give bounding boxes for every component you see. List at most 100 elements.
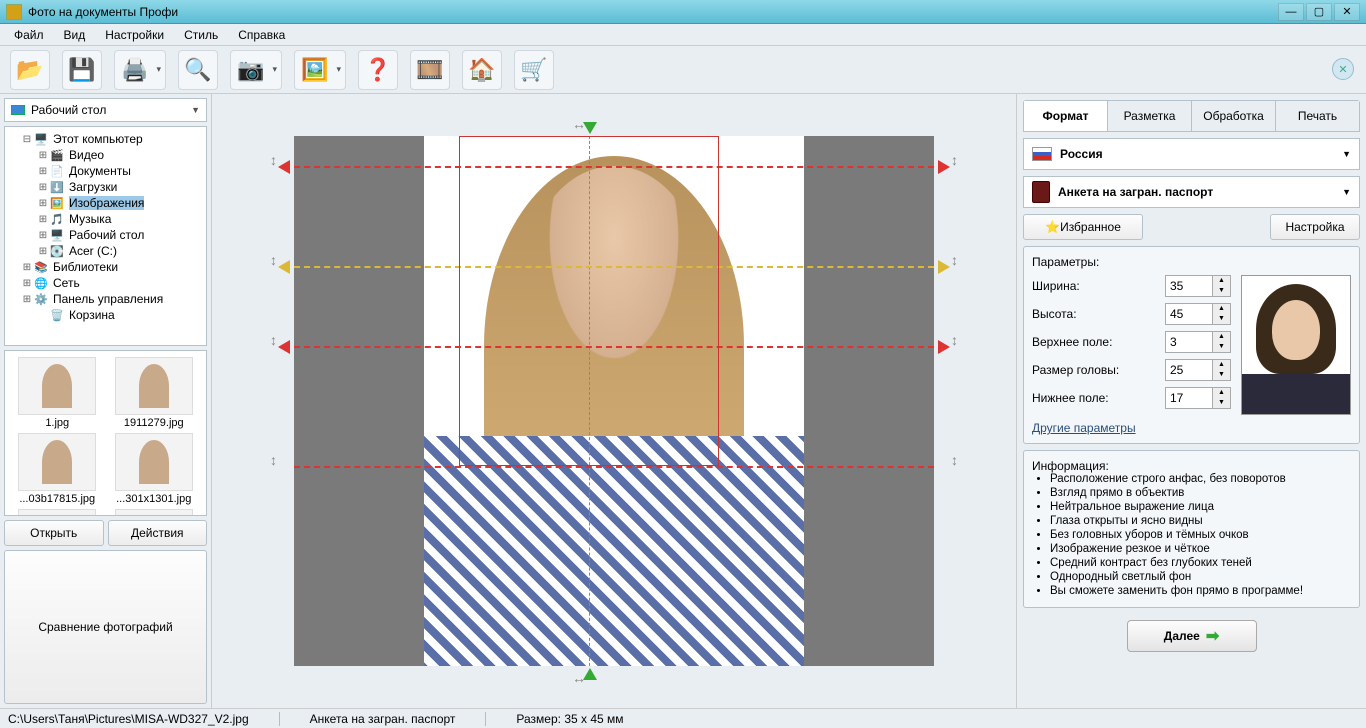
tree-control-panel[interactable]: ⊞⚙️Панель управления (7, 291, 204, 307)
arrow-icon: ↕ (951, 452, 958, 468)
print-button[interactable]: 🖨️ (114, 50, 166, 90)
bottom-margin-spinner[interactable]: ▲▼ (1165, 387, 1231, 409)
tree-video[interactable]: ⊞🎬Видео (7, 147, 204, 163)
maximize-button[interactable]: ▢ (1306, 3, 1332, 21)
thumb-item[interactable]: ...03b17815.jpg (11, 433, 104, 505)
info-box: Информация: Расположение строго анфас, б… (1023, 450, 1360, 608)
app-title: Фото на документы Профи (28, 5, 1278, 19)
toolbar: 📂 💾 🖨️ 🔍 📷 🖼️ ❓ 🎞️ 🏠 🛒 ✕ (0, 46, 1366, 94)
thumb-item[interactable]: ...301x1301.jpg (108, 433, 201, 505)
tree-desktop[interactable]: ⊞🖥️Рабочий стол (7, 227, 204, 243)
menu-file[interactable]: Файл (6, 26, 52, 44)
info-header: Информация: (1032, 459, 1351, 473)
top-margin-label: Верхнее поле: (1032, 335, 1165, 349)
thumb-item[interactable]: 1.jpg (11, 357, 104, 429)
chevron-down-icon: ▼ (1342, 187, 1351, 197)
center-pane: ↕ ↕ ↕ ↕ ↕ ↕ ↕ ↕ ↔ ↔ (212, 94, 1016, 708)
height-spinner[interactable]: ▲▼ (1165, 303, 1231, 325)
left-marker-yellow[interactable] (278, 260, 290, 274)
thumb-item[interactable]: ...WD26_V1.jpg (108, 509, 201, 516)
camera-button[interactable]: 📷 (230, 50, 282, 90)
status-size: Размер: 35 x 45 мм (516, 712, 623, 726)
minimize-button[interactable]: — (1278, 3, 1304, 21)
country-select[interactable]: Россия ▼ (1023, 138, 1360, 170)
bottom-guide[interactable] (294, 466, 934, 468)
preview-image (1241, 275, 1351, 415)
width-spinner[interactable]: ▲▼ (1165, 275, 1231, 297)
tab-print[interactable]: Печать (1276, 101, 1359, 131)
tree-docs[interactable]: ⊞📄Документы (7, 163, 204, 179)
right-marker-red2[interactable] (938, 340, 950, 354)
open-button[interactable]: Открыть (4, 520, 104, 546)
arrow-right-icon: ➡ (1206, 626, 1219, 646)
thumbnails: 1.jpg 1911279.jpg ...03b17815.jpg ...301… (4, 350, 207, 516)
country-label: Россия (1060, 147, 1103, 161)
home-button[interactable]: 🏠 (462, 50, 502, 90)
location-label: Рабочий стол (31, 103, 106, 117)
tree-this-pc[interactable]: ⊟🖥️Этот компьютер (7, 131, 204, 147)
tree-network[interactable]: ⊞🌐Сеть (7, 275, 204, 291)
arrow-icon: ↔ (572, 116, 586, 132)
passport-icon (1032, 181, 1050, 203)
menu-view[interactable]: Вид (56, 26, 94, 44)
arrow-icon: ↕ (270, 252, 277, 268)
arrow-icon: ↕ (951, 252, 958, 268)
params-box: Параметры: Ширина:▲▼ Высота:▲▼ Верхнее п… (1023, 246, 1360, 444)
other-params-link[interactable]: Другие параметры (1032, 421, 1136, 435)
thumb-item[interactable]: 1911279.jpg (108, 357, 201, 429)
chevron-down-icon: ▼ (1342, 149, 1351, 159)
top-margin-spinner[interactable]: ▲▼ (1165, 331, 1231, 353)
head-size-spinner[interactable]: ▲▼ (1165, 359, 1231, 381)
open-folder-button[interactable]: 📂 (10, 50, 50, 90)
close-button[interactable]: ✕ (1334, 3, 1360, 21)
right-marker-red[interactable] (938, 160, 950, 174)
menubar: Файл Вид Настройки Стиль Справка (0, 24, 1366, 46)
photo-canvas[interactable]: ↕ ↕ ↕ ↕ ↕ ↕ ↕ ↕ ↔ ↔ (264, 116, 964, 686)
params-header: Параметры: (1032, 255, 1351, 269)
favorite-button[interactable]: ⭐ Избранное (1023, 214, 1143, 240)
menu-style[interactable]: Стиль (176, 26, 226, 44)
tree-music[interactable]: ⊞🎵Музыка (7, 211, 204, 227)
app-icon (6, 4, 22, 20)
tree-downloads[interactable]: ⊞⬇️Загрузки (7, 179, 204, 195)
arrow-icon: ↕ (270, 452, 277, 468)
arrow-icon: ↕ (951, 332, 958, 348)
menu-help[interactable]: Справка (230, 26, 293, 44)
arrow-icon: ↕ (270, 152, 277, 168)
width-label: Ширина: (1032, 279, 1165, 293)
zoom-button[interactable]: 🔍 (178, 50, 218, 90)
tree-recycle[interactable]: 🗑️Корзина (7, 307, 204, 323)
screenshot-button[interactable]: 🖼️ (294, 50, 346, 90)
save-button[interactable]: 💾 (62, 50, 102, 90)
help-button[interactable]: ❓ (358, 50, 398, 90)
left-marker-red[interactable] (278, 160, 290, 174)
left-marker-red2[interactable] (278, 340, 290, 354)
setup-button[interactable]: Настройка (1270, 214, 1360, 240)
video-button[interactable]: 🎞️ (410, 50, 450, 90)
right-pane: Формат Разметка Обработка Печать Россия … (1016, 94, 1366, 708)
cart-button[interactable]: 🛒 (514, 50, 554, 90)
folder-tree[interactable]: ⊟🖥️Этот компьютер ⊞🎬Видео ⊞📄Документы ⊞⬇… (4, 126, 207, 346)
statusbar: C:\Users\Таня\Pictures\MISA-WD327_V2.jpg… (0, 708, 1366, 728)
doctype-select[interactable]: Анкета на загран. паспорт ▼ (1023, 176, 1360, 208)
bottom-margin-label: Нижнее поле: (1032, 391, 1165, 405)
flag-russia-icon (1032, 147, 1052, 161)
crop-rect[interactable] (459, 136, 719, 466)
arrow-icon: ↔ (572, 670, 586, 686)
location-select[interactable]: Рабочий стол ▼ (4, 98, 207, 122)
tree-images[interactable]: ⊞🖼️Изображения (7, 195, 204, 211)
right-marker-yellow[interactable] (938, 260, 950, 274)
thumb-item[interactable]: 9-h-13.jpg (11, 509, 104, 516)
tab-format[interactable]: Формат (1024, 101, 1108, 131)
tab-processing[interactable]: Обработка (1192, 101, 1276, 131)
tree-libraries[interactable]: ⊞📚Библиотеки (7, 259, 204, 275)
compare-button[interactable]: Сравнение фотографий (4, 550, 207, 704)
next-button[interactable]: Далее ➡ (1127, 620, 1257, 652)
tabs: Формат Разметка Обработка Печать (1023, 100, 1360, 132)
menu-settings[interactable]: Настройки (97, 26, 172, 44)
tree-acer[interactable]: ⊞💽Acer (C:) (7, 243, 204, 259)
status-doc: Анкета на загран. паспорт (310, 712, 456, 726)
panel-close-icon[interactable]: ✕ (1332, 58, 1354, 80)
tab-markup[interactable]: Разметка (1108, 101, 1192, 131)
actions-button[interactable]: Действия (108, 520, 208, 546)
